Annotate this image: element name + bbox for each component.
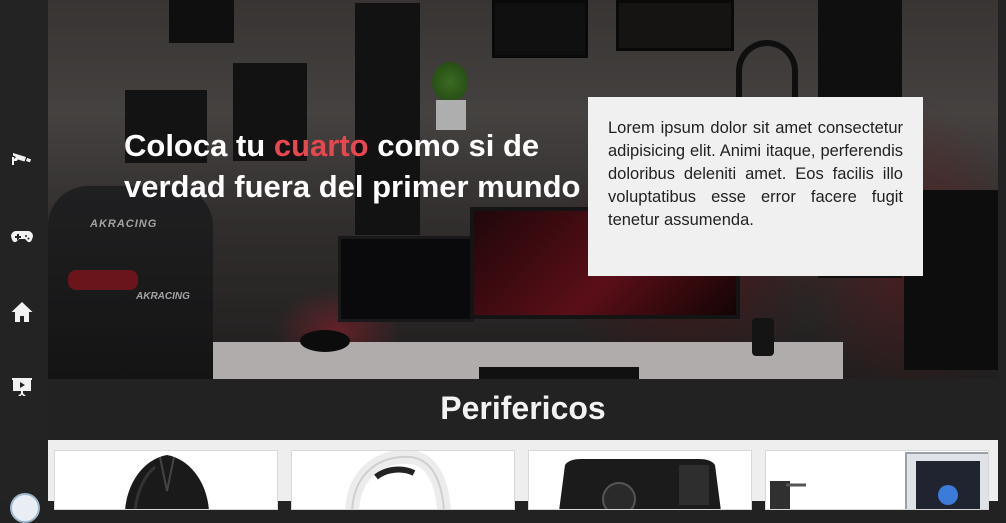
headline-accent: cuarto bbox=[273, 128, 369, 163]
security-camera-icon[interactable] bbox=[9, 145, 35, 171]
section-title: Perifericos bbox=[440, 390, 606, 426]
product-card-mouse[interactable] bbox=[54, 450, 278, 510]
product-grid bbox=[48, 440, 998, 510]
product-card-webcam[interactable] bbox=[528, 450, 752, 510]
sidebar bbox=[0, 0, 48, 523]
hero-banner: AKRACING AKRACING Coloca tu cuarto como … bbox=[48, 0, 998, 379]
hero-description: Lorem ipsum dolor sit amet consectetur a… bbox=[588, 97, 923, 276]
headset-icon bbox=[345, 451, 451, 509]
desktop-pc-icon bbox=[770, 452, 988, 509]
home-icon[interactable] bbox=[9, 299, 35, 325]
product-card-pc[interactable] bbox=[765, 450, 989, 510]
webcam-icon bbox=[559, 459, 721, 509]
presentation-icon[interactable] bbox=[9, 374, 35, 400]
product-card-headset[interactable] bbox=[291, 450, 515, 510]
headline-text: Coloca tu bbox=[124, 128, 274, 163]
gaming-mouse-icon bbox=[125, 455, 209, 509]
chat-widget-button[interactable] bbox=[10, 493, 40, 523]
gamepad-icon[interactable] bbox=[9, 223, 35, 249]
hero-headline: Coloca tu cuarto como si de verdad fuera… bbox=[124, 125, 584, 207]
